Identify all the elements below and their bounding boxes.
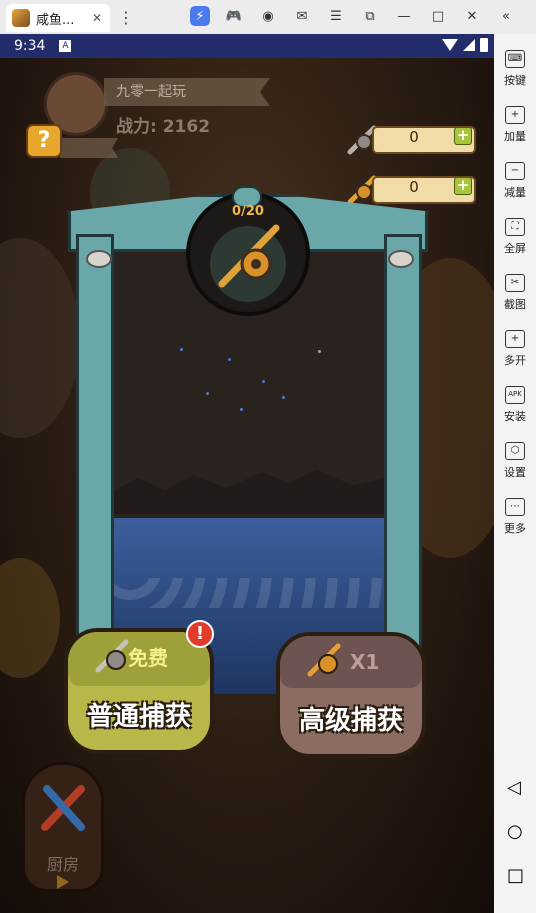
nav-recents-icon[interactable]: □ bbox=[507, 867, 524, 885]
tab-title: 咸鱼... bbox=[36, 12, 75, 28]
keymap-icon: ⌨ bbox=[505, 50, 525, 68]
normal-rod-counter: 0 + bbox=[344, 124, 476, 156]
minimize-icon[interactable]: — bbox=[394, 6, 414, 26]
game-screen: 九零一起玩 战力: 2162 ? 0 + 0 + 0/20 免费 普通捕获 ! … bbox=[0, 58, 494, 913]
help-button[interactable]: ? bbox=[26, 124, 62, 158]
add-normal-rod-button[interactable]: + bbox=[454, 127, 472, 145]
tab-close-icon[interactable]: ✕ bbox=[92, 11, 102, 25]
screenshot-icon: ✂ bbox=[505, 274, 525, 292]
nav-back-icon[interactable]: ◁ bbox=[507, 779, 523, 797]
settings-icon: ⬡ bbox=[505, 442, 525, 460]
app-icon bbox=[12, 9, 30, 27]
sidebar-label: 设置 bbox=[504, 466, 526, 479]
gamepad-icon[interactable]: 🎮 bbox=[224, 6, 244, 26]
sidebar-label: 截图 bbox=[504, 298, 526, 311]
multi-instance-icon: + bbox=[505, 330, 525, 348]
menu-icon[interactable]: ☰ bbox=[326, 6, 346, 26]
kitchen-label: 厨房 bbox=[46, 855, 79, 874]
emulator-sidebar: ⌨ 按键 + 加量 − 减量 ⛶ 全屏 ✂ 截图 + 多开 APK 安装 ⬡ 设置 ⋯ 更多 ◁ ○ □ bbox=[494, 34, 536, 913]
sidebar-label: 多开 bbox=[504, 354, 526, 367]
advanced-capture-label: 高级捕获 bbox=[298, 706, 403, 736]
sidebar-label: 全屏 bbox=[504, 242, 526, 255]
alert-badge-icon: ! bbox=[186, 620, 214, 648]
titlebar-icons: ⚡ 🎮 ◉ ✉ ☰ ⧉ — □ ✕ « bbox=[190, 6, 516, 26]
signal-icon bbox=[463, 39, 475, 51]
sidebar-fullscreen-button[interactable]: ⛶ 全屏 bbox=[494, 218, 536, 256]
mail-icon[interactable]: ✉ bbox=[292, 6, 312, 26]
nav-home-icon[interactable]: ○ bbox=[507, 823, 523, 841]
add-golden-rod-button[interactable]: + bbox=[454, 177, 472, 195]
free-label: 免费 bbox=[128, 646, 168, 670]
fullscreen-icon: ⛶ bbox=[505, 218, 525, 236]
status-time: 9:34 bbox=[14, 38, 46, 54]
cost-label: X1 bbox=[350, 650, 380, 674]
app-tab[interactable]: 咸鱼... ✕ bbox=[6, 4, 110, 32]
collapse-icon[interactable]: « bbox=[496, 6, 516, 26]
normal-capture-button[interactable]: 免费 普通捕获 bbox=[64, 628, 214, 754]
capture-counter: 0/20 bbox=[232, 204, 264, 219]
kitchen-button[interactable]: 厨房 bbox=[22, 762, 104, 892]
sidebar-settings-button[interactable]: ⬡ 设置 bbox=[494, 442, 536, 480]
sidebar-label: 加量 bbox=[504, 130, 526, 143]
sidebar-install-apk-button[interactable]: APK 安装 bbox=[494, 386, 536, 424]
left-bolt-icon bbox=[86, 250, 112, 268]
notification-badge-icon: A bbox=[59, 40, 72, 52]
volume-up-icon: + bbox=[505, 106, 525, 124]
install-apk-icon: APK bbox=[505, 386, 525, 404]
emulator-titlebar: 咸鱼... ✕ ⋮ ⚡ 🎮 ◉ ✉ ☰ ⧉ — □ ✕ « bbox=[0, 0, 536, 34]
tools-icon bbox=[41, 785, 85, 831]
help-ribbon bbox=[60, 138, 118, 158]
sidebar-volume-up-button[interactable]: + 加量 bbox=[494, 106, 536, 144]
wifi-icon bbox=[442, 39, 458, 51]
background-crate bbox=[0, 558, 60, 678]
sidebar-label: 减量 bbox=[504, 186, 526, 199]
normal-rod-icon bbox=[95, 639, 129, 673]
sidebar-screenshot-button[interactable]: ✂ 截图 bbox=[494, 274, 536, 312]
play-arrow-icon bbox=[57, 875, 69, 889]
close-icon[interactable]: ✕ bbox=[462, 6, 482, 26]
window-restore-icon[interactable]: ⧉ bbox=[360, 6, 380, 26]
battery-icon bbox=[480, 38, 488, 52]
sidebar-multi-instance-button[interactable]: + 多开 bbox=[494, 330, 536, 368]
sidebar-label: 按键 bbox=[504, 74, 526, 87]
volume-down-icon: − bbox=[505, 162, 525, 180]
right-bolt-icon bbox=[388, 250, 414, 268]
normal-capture-label: 普通捕获 bbox=[86, 702, 191, 732]
fishing-rod-icon bbox=[218, 224, 280, 288]
normal-rod-value: 0 bbox=[409, 128, 419, 146]
sidebar-label: 更多 bbox=[504, 522, 526, 535]
more-icon: ⋯ bbox=[505, 498, 525, 516]
kebab-menu-icon[interactable]: ⋮ bbox=[118, 8, 134, 27]
player-power: 战力: 2162 bbox=[116, 117, 211, 137]
sidebar-keymap-button[interactable]: ⌨ 按键 bbox=[494, 50, 536, 88]
android-status-bar: 9:34 A bbox=[0, 34, 494, 58]
sidebar-more-button[interactable]: ⋯ 更多 bbox=[494, 498, 536, 536]
maximize-icon[interactable]: □ bbox=[428, 6, 448, 26]
golden-rod-icon bbox=[307, 643, 341, 677]
advanced-capture-button[interactable]: X1 高级捕获 bbox=[276, 632, 426, 758]
sidebar-label: 安装 bbox=[504, 410, 526, 423]
account-icon[interactable]: ◉ bbox=[258, 6, 278, 26]
lightning-icon[interactable]: ⚡ bbox=[190, 6, 210, 26]
sidebar-volume-down-button[interactable]: − 减量 bbox=[494, 162, 536, 200]
player-name: 九零一起玩 bbox=[104, 78, 270, 106]
